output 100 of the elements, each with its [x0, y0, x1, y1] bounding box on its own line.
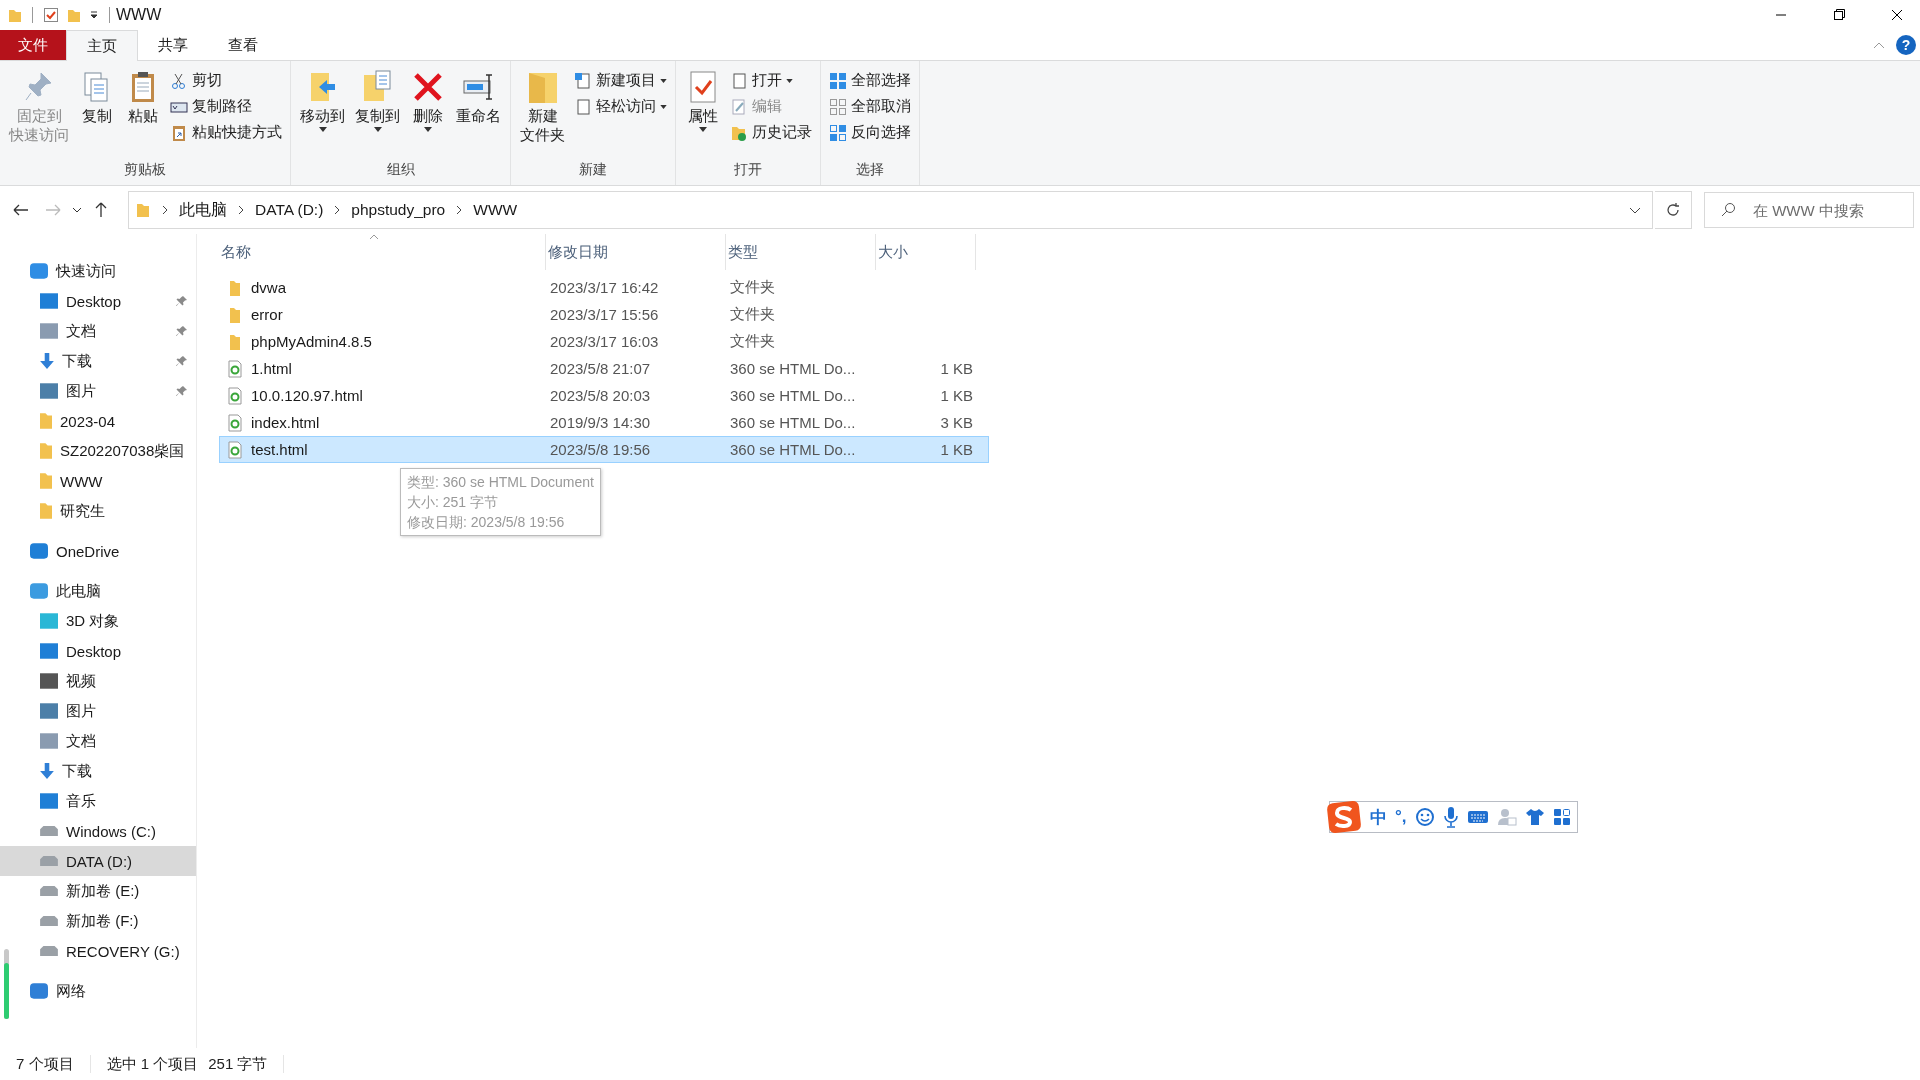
chevron-down-icon[interactable] [1628, 205, 1642, 215]
column-header[interactable]: 名称 [219, 234, 546, 270]
sidebar-item[interactable]: 此电脑 [0, 576, 196, 606]
ribbon-button[interactable]: 复制路径 [166, 95, 286, 118]
punctuation-toggle[interactable]: °, [1395, 807, 1407, 827]
sidebar-item[interactable]: 视频 [0, 666, 196, 696]
column-header[interactable]: 类型 [726, 234, 876, 270]
group-label: 选择 [855, 161, 885, 179]
properties-icon[interactable] [43, 7, 59, 23]
file-name: index.html [251, 414, 320, 431]
file-name: test.html [251, 441, 308, 458]
ime-mode[interactable]: 中 [1370, 805, 1387, 829]
chevron-right-icon[interactable] [161, 205, 169, 215]
sidebar-item[interactable]: 网络 [0, 976, 196, 1006]
file-row[interactable]: test.html 2023/5/8 19:56 360 se HTML Do... 1 KB [219, 436, 989, 463]
sidebar-item[interactable]: Windows (C:) [0, 816, 196, 846]
sidebar-item[interactable]: 3D 对象 [0, 606, 196, 636]
ribbon-button[interactable]: 全部选择 [825, 69, 915, 92]
file-row[interactable]: phpMyAdmin4.8.5 2023/3/17 16:03 文件夹 [219, 328, 989, 355]
ribbon-button[interactable]: 新建 文件夹 [515, 67, 570, 161]
ribbon-button[interactable]: 历史记录 [726, 121, 816, 144]
chevron-right-icon[interactable] [455, 205, 464, 215]
address-bar[interactable]: 此电脑 DATA (D:) phpstudy_pro WWW [128, 191, 1653, 229]
ribbon-button[interactable]: 粘贴 [120, 67, 166, 161]
grid-icon[interactable] [1552, 808, 1571, 826]
ribbon-button[interactable]: 剪切 [166, 69, 286, 92]
breadcrumb[interactable]: DATA (D:) [255, 201, 324, 219]
ribbon-tab[interactable]: 查看 [208, 30, 278, 60]
caret-icon[interactable] [89, 10, 99, 20]
pin-icon[interactable] [176, 295, 188, 307]
sidebar-item[interactable]: 图片 [0, 696, 196, 726]
sidebar-item[interactable]: Desktop [0, 286, 196, 316]
pin-icon[interactable] [176, 355, 188, 367]
sidebar-item[interactable]: Desktop [0, 636, 196, 666]
sidebar-item[interactable]: SZ202207038柴国 [0, 436, 196, 466]
ribbon-button[interactable]: 打开 [726, 69, 816, 92]
sidebar-item[interactable]: 图片 [0, 376, 196, 406]
pin-icon[interactable] [176, 325, 188, 337]
sidebar-item[interactable]: WWW [0, 466, 196, 496]
sidebar-item[interactable]: 下载 [0, 346, 196, 376]
sidebar-item[interactable]: DATA (D:) [0, 846, 196, 876]
ribbon-button[interactable]: 复制到 [350, 67, 405, 161]
refresh-button[interactable] [1655, 191, 1692, 229]
file-row[interactable]: 10.0.120.97.html 2023/5/8 20:03 360 se HTML Do... 1 KB [219, 382, 989, 409]
sidebar-item[interactable]: 快速访问 [0, 256, 196, 286]
ribbon-button[interactable]: 轻松访问 [570, 95, 671, 118]
nav-icon [30, 982, 48, 1000]
smiley-icon[interactable] [1414, 807, 1435, 827]
ribbon-tab[interactable]: 共享 [138, 30, 208, 60]
search-field[interactable]: 在 WWW 中搜索 [1704, 192, 1914, 228]
size-cell: 1 KB [940, 360, 973, 377]
breadcrumb[interactable]: 此电脑 [179, 199, 227, 221]
sidebar-item[interactable]: RECOVERY (G:) [0, 936, 196, 966]
size-cell: 3 KB [940, 414, 973, 431]
folder-icon [135, 201, 151, 219]
date-cell-text: 2023/3/17 16:03 [549, 333, 660, 350]
collapse-icon[interactable] [1872, 40, 1886, 50]
ribbon-button[interactable]: 复制 [74, 67, 120, 161]
sidebar-item[interactable]: 2023-04 [0, 406, 196, 436]
file-row[interactable]: 1.html 2023/5/8 21:07 360 se HTML Do... 1 KB [219, 355, 989, 382]
drive-icon [40, 826, 58, 836]
sidebar-item[interactable]: 文档 [0, 316, 196, 346]
html-file-icon [227, 413, 243, 432]
sort-icon [369, 234, 379, 240]
ribbon-button[interactable]: 粘贴快捷方式 [166, 121, 286, 144]
ribbon-button[interactable]: 重命名 [451, 67, 506, 161]
keyboard-icon[interactable] [1466, 809, 1489, 825]
selection-size: 251 字节 [208, 1054, 268, 1074]
chevron-right-icon[interactable] [237, 205, 245, 215]
breadcrumb[interactable]: phpstudy_pro [351, 201, 446, 219]
sidebar-item[interactable]: 新加卷 (F:) [0, 906, 196, 936]
ribbon-button[interactable]: 全部取消 [825, 95, 915, 118]
sidebar-item[interactable]: 文档 [0, 726, 196, 756]
size-cell: 1 KB [940, 441, 973, 458]
breadcrumb[interactable]: WWW [473, 201, 518, 219]
file-row[interactable]: error 2023/3/17 15:56 文件夹 [219, 301, 989, 328]
ribbon-button[interactable]: 反向选择 [825, 121, 915, 144]
ribbon-button[interactable]: 属性 [680, 67, 726, 161]
sidebar-item[interactable]: 新加卷 (E:) [0, 876, 196, 906]
type-cell-text: 文件夹 [729, 332, 776, 351]
sidebar-item[interactable]: 音乐 [0, 786, 196, 816]
microphone-icon[interactable] [1442, 806, 1459, 828]
sidebar-item[interactable]: 下载 [0, 756, 196, 786]
pin-icon[interactable] [176, 385, 188, 397]
shirt-icon[interactable] [1524, 807, 1545, 827]
sidebar-item[interactable]: OneDrive [0, 536, 196, 566]
ribbon-button[interactable]: 删除 [405, 67, 451, 161]
ribbon-button[interactable]: 新建项目 [570, 69, 671, 92]
file-row[interactable]: index.html 2019/9/3 14:30 360 se HTML Do... 3 KB [219, 409, 989, 436]
ribbon-tab[interactable]: 主页 [66, 30, 138, 61]
sidebar-item[interactable]: 研究生 [0, 496, 196, 526]
chevron-right-icon[interactable] [333, 205, 342, 215]
nav-icon [40, 703, 58, 719]
file-row[interactable]: dvwa 2023/3/17 16:42 文件夹 [219, 274, 989, 301]
column-header[interactable]: 修改日期 [546, 234, 726, 270]
column-header[interactable]: 大小 [876, 234, 976, 270]
drive-icon [40, 946, 58, 956]
ribbon-button[interactable]: 移动到 [295, 67, 350, 161]
ribbon-tab[interactable]: 文件 [0, 30, 66, 60]
help-button[interactable]: ? [1896, 35, 1916, 55]
